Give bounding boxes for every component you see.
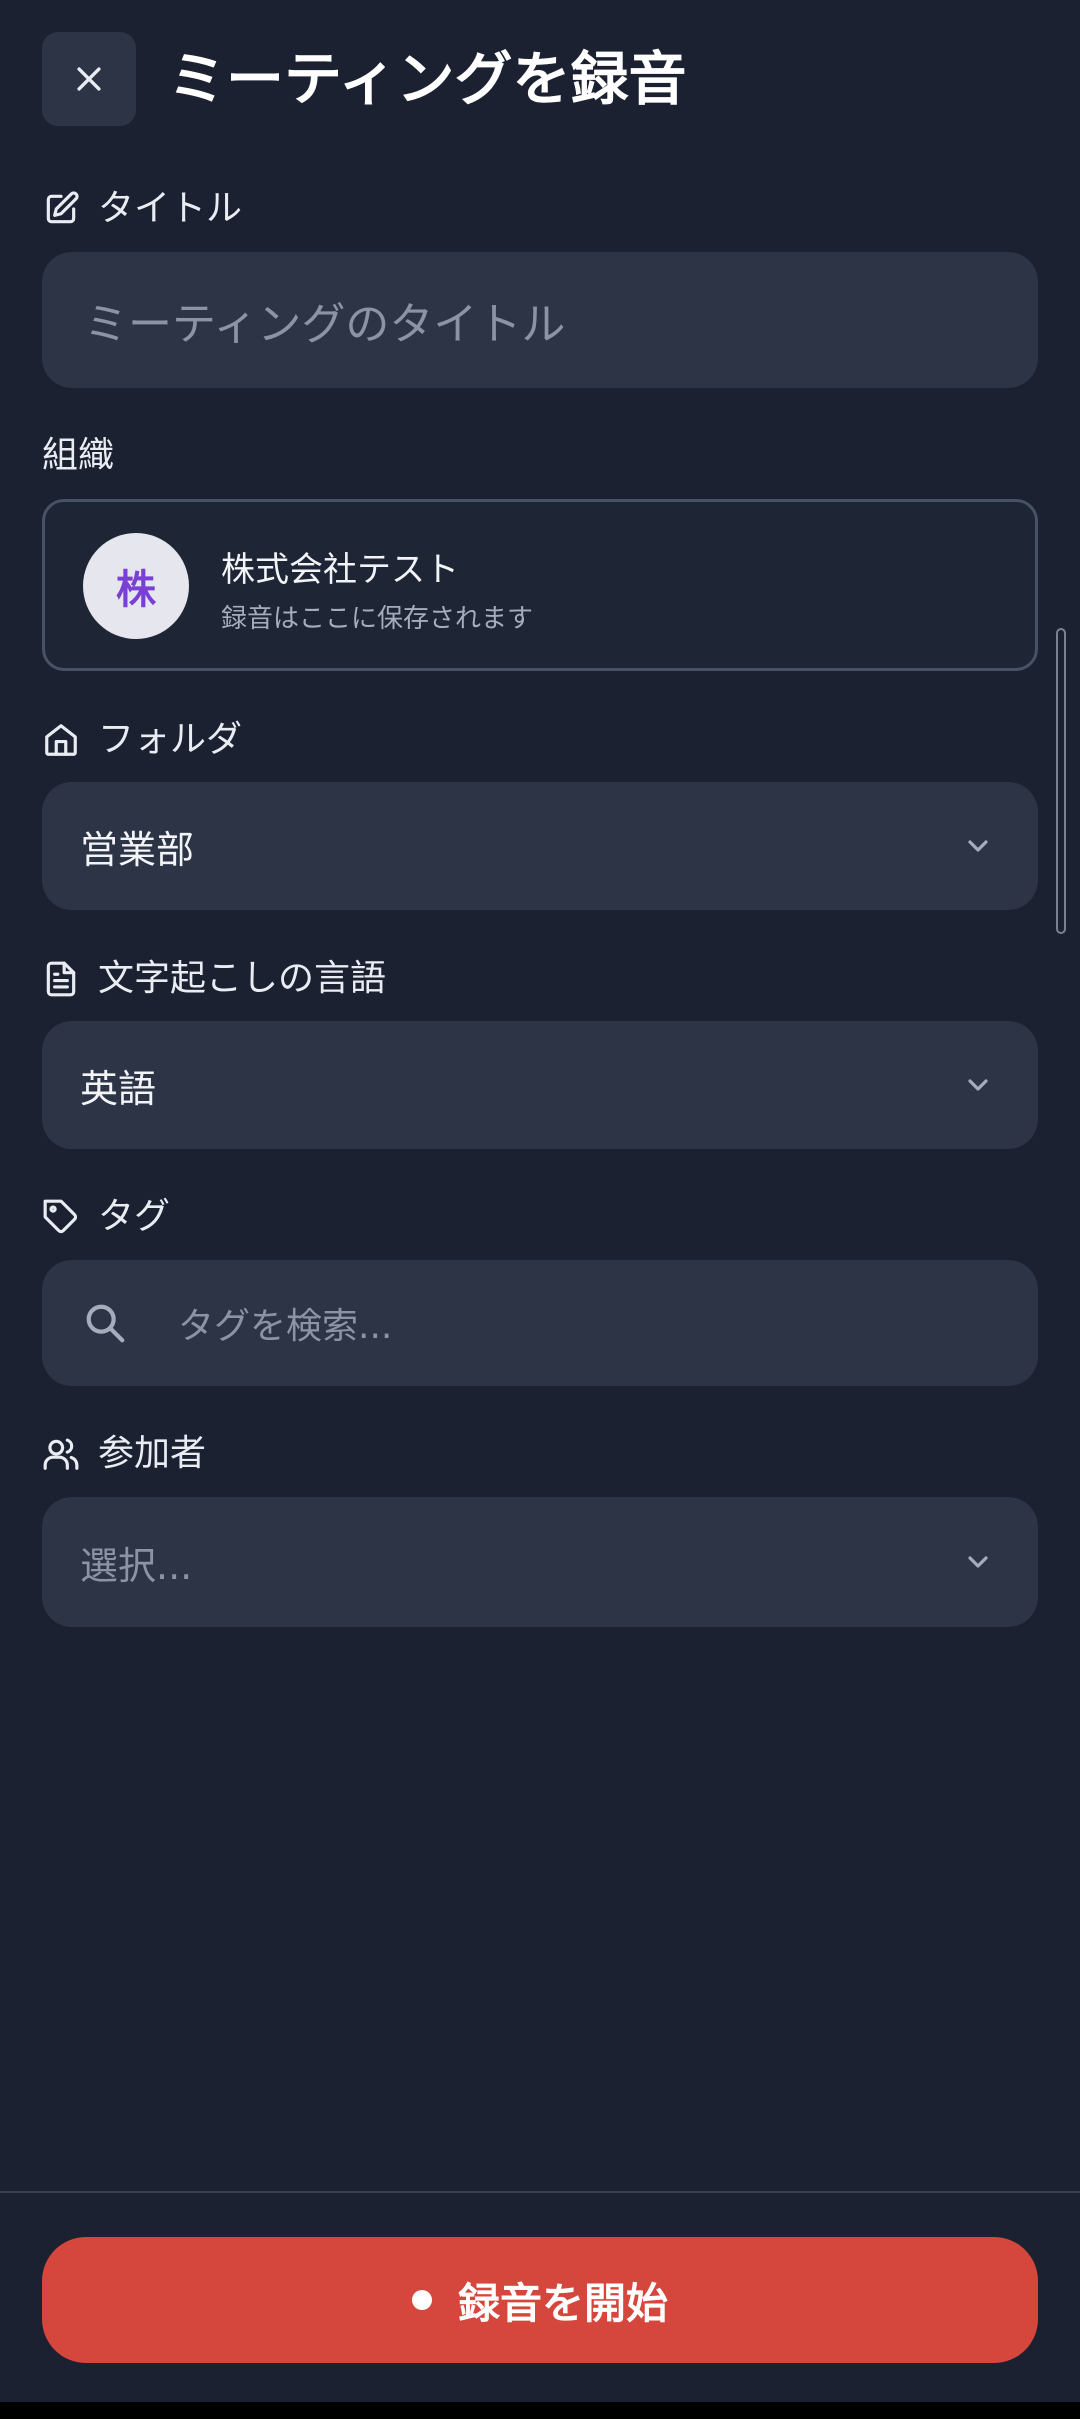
tag-search-input[interactable]: タグを検索... [42, 1260, 1038, 1386]
start-recording-button[interactable]: 録音を開始 [42, 2237, 1038, 2363]
home-icon [45, 724, 77, 756]
language-label-row: 文字起こしの言語 [42, 955, 386, 1003]
tags-label-row: タグ [42, 1193, 170, 1241]
chevron-down-icon [968, 840, 988, 852]
folder-label: フォルダ [98, 719, 243, 760]
organization-subtitle: 録音はここに保存されます [221, 604, 534, 634]
tag-search-placeholder: タグを検索... [178, 1306, 393, 1347]
record-dot-icon [411, 2290, 432, 2310]
organization-name: 株式会社テスト [221, 550, 459, 590]
document-icon [46, 961, 76, 997]
organization-label-row: 組織 [42, 432, 114, 480]
search-icon [86, 1304, 125, 1343]
organization-label: 組織 [42, 435, 115, 476]
system-nav-bar [0, 2402, 1080, 2419]
organization-card[interactable]: 株 株式会社テスト 録音はここに保存されます [42, 499, 1038, 671]
organization-avatar: 株 [83, 533, 189, 639]
title-input[interactable]: ミーティングのタイトル [42, 252, 1038, 388]
title-placeholder: ミーティングのタイトル [84, 299, 566, 350]
scrollbar[interactable] [1056, 628, 1066, 934]
start-recording-label: 録音を開始 [457, 2278, 668, 2328]
bottom-divider [0, 2191, 1080, 2193]
tag-icon [43, 1199, 78, 1234]
participants-select[interactable]: 選択... [42, 1497, 1038, 1627]
edit-icon [46, 191, 79, 224]
close-button[interactable] [42, 32, 136, 126]
users-icon [43, 1438, 79, 1470]
tags-label: タグ [98, 1196, 171, 1237]
title-label-row: タイトル [42, 185, 242, 233]
language-label: 文字起こしの言語 [98, 958, 387, 999]
close-icon [77, 67, 101, 91]
page-title: ミーティングを録音 [168, 45, 687, 113]
participants-placeholder: 選択... [80, 1543, 193, 1588]
title-label: タイトル [98, 188, 243, 229]
language-value: 英語 [80, 1066, 157, 1111]
chevron-down-icon [968, 1079, 988, 1091]
folder-value: 営業部 [80, 827, 195, 872]
folder-select[interactable]: 営業部 [42, 782, 1038, 910]
language-select[interactable]: 英語 [42, 1021, 1038, 1149]
participants-label-row: 参加者 [42, 1430, 206, 1478]
chevron-down-icon [968, 1556, 988, 1568]
participants-label: 参加者 [98, 1433, 207, 1474]
folder-label-row: フォルダ [42, 716, 242, 764]
